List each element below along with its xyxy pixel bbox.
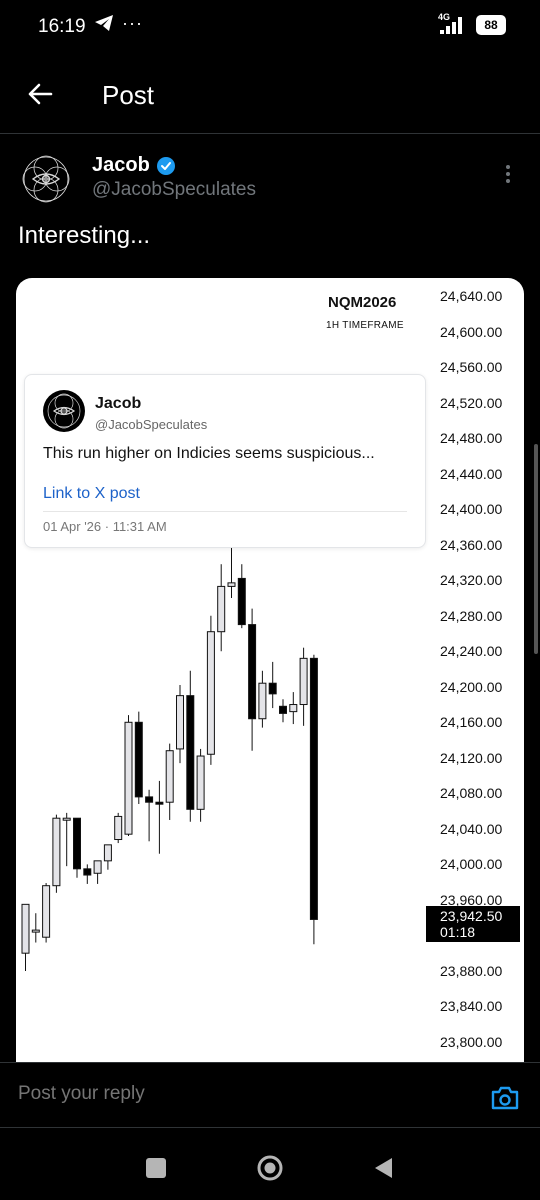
status-notification-icons: ··· [94, 14, 143, 32]
current-price: 23,942.50 [440, 908, 503, 924]
post-text: Interesting... [18, 222, 151, 249]
post-author: Jacob @JacobSpeculates [20, 150, 520, 212]
page-title: Post [102, 80, 155, 110]
price-tick: 24,040.00 [440, 820, 503, 837]
price-tick: 23,840.00 [440, 998, 503, 1015]
scrollbar-thumb[interactable] [534, 444, 538, 654]
price-tick: 24,640.00 [440, 288, 503, 304]
quoted-author-avatar [43, 390, 85, 432]
chart-subtitle: 1H TIMEFRAME [326, 320, 404, 331]
status-system-icons: 4G 88 [438, 12, 506, 36]
price-tick: 24,600.00 [440, 323, 503, 340]
candle [21, 903, 30, 971]
candle [196, 748, 205, 822]
current-price-tag: 23,942.50 01:18 [426, 906, 520, 942]
telegram-icon [95, 15, 113, 31]
candle [83, 864, 92, 884]
system-back-button[interactable] [372, 1156, 394, 1180]
candle [114, 812, 123, 844]
home-button[interactable] [255, 1153, 285, 1183]
price-tick: 24,000.00 [440, 856, 503, 873]
price-tick: 24,240.00 [440, 643, 503, 660]
candle [73, 817, 81, 878]
price-tick: 23,880.00 [440, 962, 503, 979]
more-dots-icon [506, 165, 510, 169]
author-handle[interactable]: @JacobSpeculates [92, 179, 256, 201]
price-tick: 24,320.00 [440, 572, 503, 589]
price-tick: 24,440.00 [440, 465, 503, 482]
battery-indicator: 88 [476, 15, 506, 35]
status-time: 16:19 [38, 16, 86, 37]
quoted-author-handle: @JacobSpeculates [95, 417, 208, 432]
candle [155, 780, 164, 854]
candle [103, 844, 112, 870]
price-tick: 24,360.00 [440, 536, 503, 553]
signal-icon: 4G [438, 12, 468, 36]
quoted-author-name: Jacob [95, 395, 142, 412]
quoted-divider [43, 511, 407, 512]
price-tick: 24,520.00 [440, 394, 503, 411]
post-media-chart[interactable]: NQM2026 1H TIMEFRAME 24,640.00 24,600.00 2… [16, 278, 524, 1078]
price-tick: 24,160.00 [440, 714, 503, 731]
candle [268, 661, 277, 709]
candle [289, 692, 298, 725]
price-tick: 24,480.00 [440, 430, 503, 447]
chart-title: NQM2026 [328, 294, 397, 311]
price-tick: 24,200.00 [440, 678, 503, 695]
candle [299, 647, 308, 726]
candle-countdown: 01:18 [440, 924, 476, 940]
candle [165, 743, 174, 820]
candle [134, 711, 143, 804]
camera-icon [491, 1086, 519, 1110]
candle [52, 814, 61, 893]
candle [258, 670, 267, 728]
reply-input[interactable] [18, 1083, 458, 1105]
candle [42, 883, 51, 943]
candle [279, 699, 287, 723]
verified-badge-icon [156, 156, 175, 175]
candle [206, 615, 215, 765]
candle [237, 564, 246, 629]
candle [62, 812, 71, 867]
quoted-timestamp: 01 Apr '26 · 11:31 AM [43, 519, 167, 534]
price-tick: 24,120.00 [440, 749, 503, 766]
quoted-post-link[interactable]: Link to X post [43, 485, 140, 503]
back-button[interactable] [22, 76, 58, 112]
candle [309, 654, 318, 945]
candle [124, 715, 133, 836]
candle [217, 564, 226, 652]
more-notifications-icon: ··· [122, 13, 143, 33]
quoted-post-text: This run higher on Indicies seems suspic… [43, 445, 375, 462]
author-avatar[interactable] [20, 150, 72, 208]
price-tick: 24,280.00 [440, 607, 503, 624]
candle [176, 684, 184, 764]
status-bar: 16:19 ··· 4G 88 [0, 0, 540, 56]
recent-apps-button[interactable] [146, 1158, 166, 1178]
candle [31, 913, 40, 943]
reply-bar [0, 1062, 540, 1128]
price-tick: 23,800.00 [440, 1034, 503, 1050]
candle [248, 608, 257, 751]
more-options-button[interactable] [496, 162, 520, 186]
quoted-post-card[interactable]: Jacob @JacobSpeculates This run higher o… [24, 374, 426, 548]
camera-button[interactable] [490, 1085, 520, 1111]
candle [186, 670, 195, 822]
price-tick: 24,560.00 [440, 359, 503, 376]
author-name[interactable]: Jacob [92, 154, 176, 177]
app-header: Post [0, 68, 540, 134]
candle [227, 542, 236, 598]
author-name-text: Jacob [92, 154, 150, 176]
candle [145, 789, 154, 842]
candle [93, 860, 102, 884]
price-tick: 24,400.00 [440, 501, 503, 518]
back-arrow-icon [28, 83, 53, 105]
price-tick: 24,080.00 [440, 785, 503, 802]
system-nav-bar [0, 1128, 540, 1200]
